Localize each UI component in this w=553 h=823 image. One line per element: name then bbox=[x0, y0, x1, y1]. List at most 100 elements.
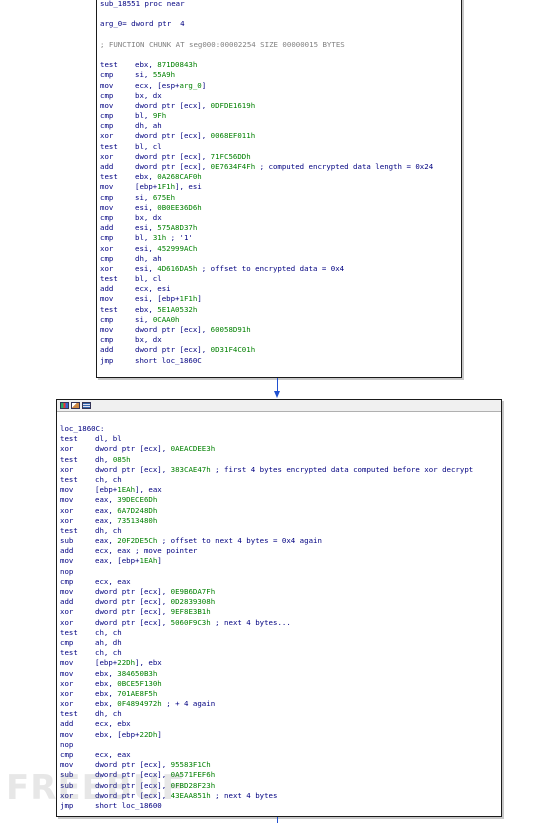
mnemonic: test bbox=[60, 648, 78, 658]
instruction-line[interactable]: xor esi, 4D616DA5h ; offset to encrypted … bbox=[100, 264, 459, 274]
mnemonic: cmp bbox=[100, 121, 114, 131]
instruction-line[interactable]: mov ebx, 384650B3h bbox=[60, 669, 499, 679]
instruction-line[interactable]: cmp bl, 31h ; '1' bbox=[100, 233, 459, 243]
instruction-line[interactable]: xor eax, 73513480h bbox=[60, 516, 499, 526]
mnemonic: mov bbox=[60, 729, 74, 739]
operands: dword ptr [ecx], 60058D91h bbox=[135, 325, 251, 334]
code-listing: sub_18551 proc near arg_0= dword ptr 4 ;… bbox=[100, 0, 459, 366]
instruction-line[interactable]: nop bbox=[60, 740, 499, 750]
code-block-loc-1860c[interactable]: loc_1860C: test dl, bl xor dword ptr [ecx], … bbox=[56, 399, 502, 817]
instruction-line[interactable]: test bl, cl bbox=[100, 142, 459, 152]
instruction-line[interactable]: sub eax, 20F2DE5Ch ; offset to next 4 byt… bbox=[60, 536, 499, 546]
instruction-line[interactable]: test dh, ch bbox=[60, 709, 499, 719]
mnemonic: mov bbox=[60, 658, 74, 668]
operands: dl, bl bbox=[95, 434, 122, 444]
mnemonic: add bbox=[60, 546, 74, 556]
instruction-line[interactable]: test ebx, 0A268CAF0h bbox=[100, 172, 459, 182]
instruction-line[interactable]: test dh, ch bbox=[60, 526, 499, 536]
instruction-line[interactable]: xor esi, 452999ACh bbox=[100, 244, 459, 254]
instruction-line[interactable]: cmp si, 55A9h bbox=[100, 70, 459, 80]
instruction-line[interactable]: test dh, 085h bbox=[60, 455, 499, 465]
operands: ch, ch bbox=[95, 474, 122, 484]
instruction-line[interactable]: xor ebx, 0F4894972h ; + 4 again bbox=[60, 699, 499, 709]
text-listing-icon[interactable] bbox=[82, 402, 91, 409]
instruction-line[interactable]: test ch, ch bbox=[60, 628, 499, 638]
node-header[interactable] bbox=[57, 400, 501, 412]
mnemonic: xor bbox=[60, 444, 74, 454]
instruction-line[interactable]: add ecx, eax ; move pointer bbox=[60, 546, 499, 556]
mnemonic: test bbox=[60, 454, 78, 464]
operands: esi, 452999ACh bbox=[135, 243, 198, 253]
instruction-line[interactable]: cmp bl, 9Fh bbox=[100, 111, 459, 121]
mnemonic: test bbox=[60, 709, 78, 719]
comment-line[interactable]: ; FUNCTION CHUNK AT seg000:00002254 SIZE… bbox=[100, 40, 459, 50]
instruction-line[interactable]: xor dword ptr [ecx], 383CAE47h ; first 4 … bbox=[60, 465, 499, 475]
operands: dword ptr [ecx], 0D31F4C01h bbox=[135, 345, 256, 355]
instruction-line[interactable]: cmp dh, ah bbox=[100, 254, 459, 264]
code-label: arg_0= dword ptr 4 bbox=[100, 19, 185, 29]
instruction-line[interactable]: test ebx, 5E1A0532h bbox=[100, 305, 459, 315]
instruction-line[interactable]: cmp bx, dx bbox=[100, 91, 459, 101]
instruction-line[interactable]: xor dword ptr [ecx], 9EF8E3B1h bbox=[60, 607, 499, 617]
instruction-line[interactable]: mov [ebp+1F1h], esi bbox=[100, 182, 459, 192]
operands: si, 55A9h bbox=[135, 70, 176, 80]
instruction-line[interactable]: mov [ebp+1EAh], eax bbox=[60, 485, 499, 495]
mnemonic: cmp bbox=[100, 111, 114, 121]
operands: esi, 575A8D37h bbox=[135, 223, 198, 233]
mnemonic: xor bbox=[100, 263, 114, 273]
instruction-line[interactable]: xor dword ptr [ecx], 71FC56DDh bbox=[100, 152, 459, 162]
instruction-line[interactable]: cmp dh, ah bbox=[100, 121, 459, 131]
code-block-sub-18551[interactable]: sub_18551 proc near arg_0= dword ptr 4 ;… bbox=[96, 0, 462, 378]
operands: esi, [ebp+1F1h] bbox=[135, 294, 202, 304]
instruction-line[interactable]: cmp ecx, eax bbox=[60, 750, 499, 760]
graph-color-icon[interactable] bbox=[60, 402, 69, 409]
instruction-line[interactable]: add esi, 575A8D37h bbox=[100, 223, 459, 233]
instruction-line[interactable]: mov dword ptr [ecx], 0E9B6DA7Fh bbox=[60, 587, 499, 597]
instruction-line[interactable]: test ch, ch bbox=[60, 648, 499, 658]
instruction-line[interactable]: add dword ptr [ecx], 0E7634F4Fh ; compute… bbox=[100, 162, 459, 172]
instruction-line[interactable]: test dl, bl bbox=[60, 434, 499, 444]
instruction-line[interactable]: mov ecx, [esp+arg_0] bbox=[100, 81, 459, 91]
instruction-line[interactable]: test bl, cl bbox=[100, 274, 459, 284]
mnemonic: cmp bbox=[100, 314, 114, 324]
operands: ecx, [esp+arg_0] bbox=[135, 80, 207, 90]
mnemonic: test bbox=[60, 525, 78, 535]
mnemonic: mov bbox=[60, 495, 74, 505]
instruction-line[interactable]: cmp bx, dx bbox=[100, 213, 459, 223]
image-edit-icon[interactable] bbox=[71, 402, 80, 409]
instruction-line[interactable]: jmp short loc_1860C bbox=[100, 356, 459, 366]
instruction-line[interactable]: mov dword ptr [ecx], 60058D91h bbox=[100, 325, 459, 335]
instruction-line[interactable]: xor eax, 6A7D248Dh bbox=[60, 506, 499, 516]
instruction-line[interactable]: xor ebx, 701AE8F5h bbox=[60, 689, 499, 699]
instruction-line[interactable]: mov esi, 0B0EE36D6h bbox=[100, 203, 459, 213]
instruction-line[interactable]: xor dword ptr [ecx], 0AEACDEE3h bbox=[60, 444, 499, 454]
instruction-line[interactable]: xor ebx, 0BCE5F130h bbox=[60, 679, 499, 689]
instruction-line[interactable]: cmp ah, dh bbox=[60, 638, 499, 648]
instruction-line[interactable]: mov eax, [ebp+1EAh] bbox=[60, 556, 499, 566]
instruction-line[interactable]: cmp bx, dx bbox=[100, 335, 459, 345]
instruction-line[interactable]: add dword ptr [ecx], 0D31F4C01h bbox=[100, 345, 459, 355]
label-line[interactable]: sub_18551 proc near bbox=[100, 0, 459, 9]
label-line[interactable]: arg_0= dword ptr 4 bbox=[100, 19, 459, 29]
mnemonic: xor bbox=[60, 515, 74, 525]
instruction-line[interactable]: add dword ptr [ecx], 0D2839308h bbox=[60, 597, 499, 607]
instruction-line[interactable]: mov [ebp+22Dh], ebx bbox=[60, 658, 499, 668]
instruction-line[interactable]: cmp si, 0CAA0h bbox=[100, 315, 459, 325]
instruction-line[interactable]: test ch, ch bbox=[60, 475, 499, 485]
instruction-line[interactable]: add ecx, esi bbox=[100, 284, 459, 294]
instruction-line[interactable]: mov dword ptr [ecx], 0DFDE1619h bbox=[100, 101, 459, 111]
inline-comment: ; offset to next 4 bytes = 0x4 again bbox=[161, 536, 322, 546]
instruction-line[interactable]: xor dword ptr [ecx], 0068EF011h bbox=[100, 131, 459, 141]
instruction-line[interactable]: mov ebx, [ebp+22Dh] bbox=[60, 730, 499, 740]
instruction-line[interactable]: test ebx, 871D0843h bbox=[100, 60, 459, 70]
instruction-line[interactable]: cmp ecx, eax bbox=[60, 577, 499, 587]
operands: ch, ch bbox=[95, 627, 122, 637]
instruction-line[interactable]: cmp si, 675Eh bbox=[100, 193, 459, 203]
label-line[interactable]: loc_1860C: bbox=[60, 424, 499, 434]
instruction-line[interactable]: xor dword ptr [ecx], 5060F9C3h ; next 4 b… bbox=[60, 618, 499, 628]
instruction-line[interactable]: add ecx, ebx bbox=[60, 719, 499, 729]
instruction-line[interactable]: nop bbox=[60, 567, 499, 577]
instruction-line[interactable]: mov esi, [ebp+1F1h] bbox=[100, 294, 459, 304]
instruction-line[interactable]: mov eax, 39DECE6Dh bbox=[60, 495, 499, 505]
